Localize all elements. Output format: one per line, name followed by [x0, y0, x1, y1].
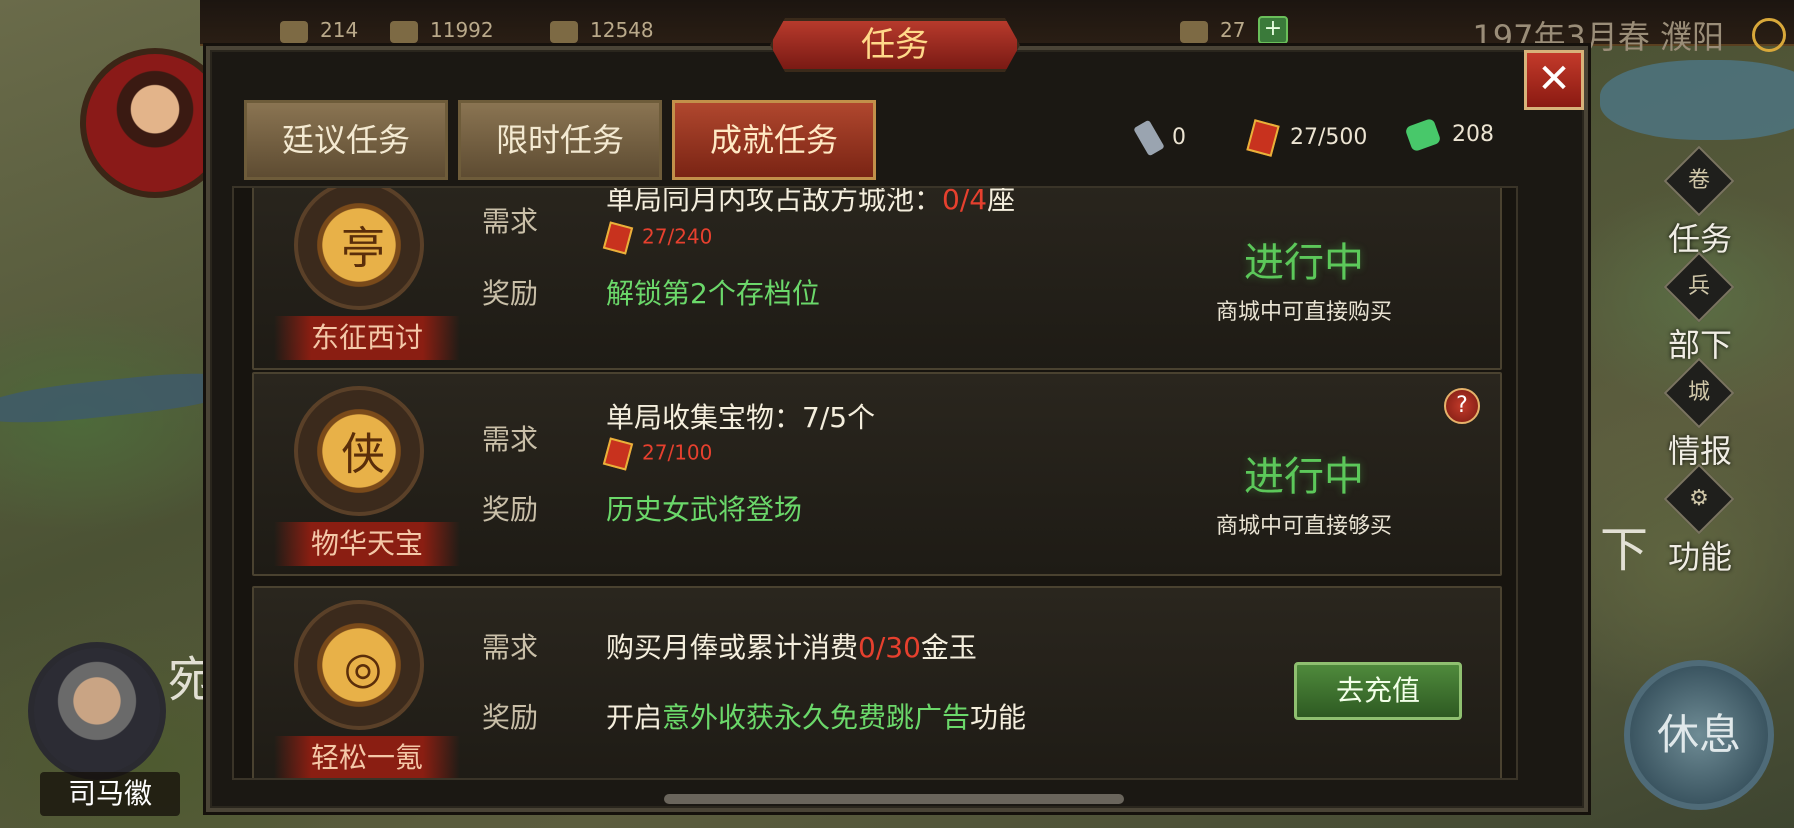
troops-icon	[550, 20, 578, 43]
side-menu-intel[interactable]: 城 情报	[1640, 357, 1760, 470]
grain-icon	[280, 20, 308, 43]
resource-gold: 11992	[390, 18, 494, 43]
recharge-button[interactable]: 去充值	[1294, 662, 1462, 720]
gold-icon	[390, 20, 418, 43]
city-gate-icon: 城	[1663, 357, 1735, 429]
side-menu: 卷 任务 兵 部下 城 情报 ⚙ 功能	[1640, 145, 1760, 576]
soldier-icon: 兵	[1663, 251, 1735, 323]
coins-icon: ◎	[343, 643, 383, 694]
gear-icon: ⚙	[1663, 463, 1735, 535]
status-hint: 商城中可直接购买	[1215, 300, 1392, 325]
token-progress: 27/100	[602, 437, 712, 471]
key-counter: 0	[1133, 119, 1186, 157]
quest-name: 轻松一氪	[274, 736, 460, 778]
reward-label: 奖励	[482, 277, 539, 310]
tab-court-quests[interactable]: 廷议任务	[244, 100, 448, 180]
quest-badge: 亭	[294, 188, 424, 310]
status-in-progress: 进行中	[1244, 454, 1364, 500]
requirement-label: 需求	[482, 205, 539, 238]
quest-list[interactable]: 亭 东征西讨 需求 单局同月内攻占敌方城池：0/4座 27/240 奖励 解锁第…	[232, 186, 1518, 780]
reward-text: 历史女武将登场	[606, 493, 803, 526]
quest-card: ◎ 轻松一氪 需求 购买月俸或累计消费0/30金玉 奖励 开启意外收获永久免费跳…	[252, 586, 1502, 778]
close-button[interactable]: ✕	[1524, 50, 1584, 110]
jade-counter: 208	[1404, 117, 1494, 153]
map-river	[1600, 60, 1794, 140]
requirement-text: 单局同月内攻占敌方城池：0/4座	[606, 186, 1016, 216]
resource-troops: 12548	[550, 18, 654, 43]
warrior-icon: 侠	[341, 429, 385, 480]
token-icon	[1180, 20, 1208, 43]
status-hint: 商城中可直接够买	[1215, 514, 1392, 539]
token-progress: 27/240	[602, 221, 712, 255]
advisor-name: 司马徽	[40, 772, 180, 816]
resource-food: 214	[280, 18, 358, 43]
rest-button[interactable]: 休息	[1624, 660, 1774, 810]
tab-timed-quests[interactable]: 限时任务	[458, 100, 662, 180]
add-resource-button[interactable]: +	[1258, 16, 1288, 44]
scroll-icon: 卷	[1663, 145, 1735, 217]
quest-badge: 侠	[294, 386, 424, 516]
quest-card: 亭 东征西讨 需求 单局同月内攻占敌方城池：0/4座 27/240 奖励 解锁第…	[252, 186, 1502, 370]
panel-title: 任务	[770, 18, 1020, 72]
quest-card: 侠 物华天宝 需求 单局收集宝物：7/5个 27/100 奖励 历史女武将登场 …	[252, 372, 1502, 576]
reward-label: 奖励	[482, 701, 539, 734]
quest-name: 物华天宝	[274, 522, 460, 566]
help-icon[interactable]: ?	[1444, 388, 1480, 424]
token-icon	[602, 437, 634, 471]
resource-token: 27	[1180, 18, 1245, 43]
quest-name: 东征西讨	[274, 316, 460, 360]
tab-achievement-quests[interactable]: 成就任务	[672, 100, 876, 180]
token-counter: 27/500	[1246, 119, 1367, 157]
requirement-label: 需求	[482, 631, 539, 664]
token-icon	[602, 221, 634, 255]
reward-text: 开启意外收获永久免费跳广告功能	[606, 701, 1027, 734]
requirement-text: 单局收集宝物：7/5个	[606, 401, 876, 434]
status-in-progress: 进行中	[1244, 240, 1364, 286]
side-menu-quests[interactable]: 卷 任务	[1640, 145, 1760, 258]
token-icon	[1246, 119, 1280, 157]
requirement-label: 需求	[482, 423, 539, 456]
scrollbar[interactable]	[664, 794, 1124, 804]
reward-text: 解锁第2个存档位	[606, 277, 820, 310]
gate-icon: 亭	[341, 223, 385, 274]
signal-icon	[1752, 18, 1786, 52]
side-menu-functions[interactable]: ⚙ 功能	[1640, 463, 1760, 576]
jade-icon	[1404, 117, 1442, 153]
requirement-text: 购买月俸或累计消费0/30金玉	[606, 631, 977, 664]
side-menu-subordinates[interactable]: 兵 部下	[1640, 251, 1760, 364]
reward-label: 奖励	[482, 493, 539, 526]
quest-badge: ◎	[294, 600, 424, 730]
advisor-portrait[interactable]	[28, 642, 166, 780]
